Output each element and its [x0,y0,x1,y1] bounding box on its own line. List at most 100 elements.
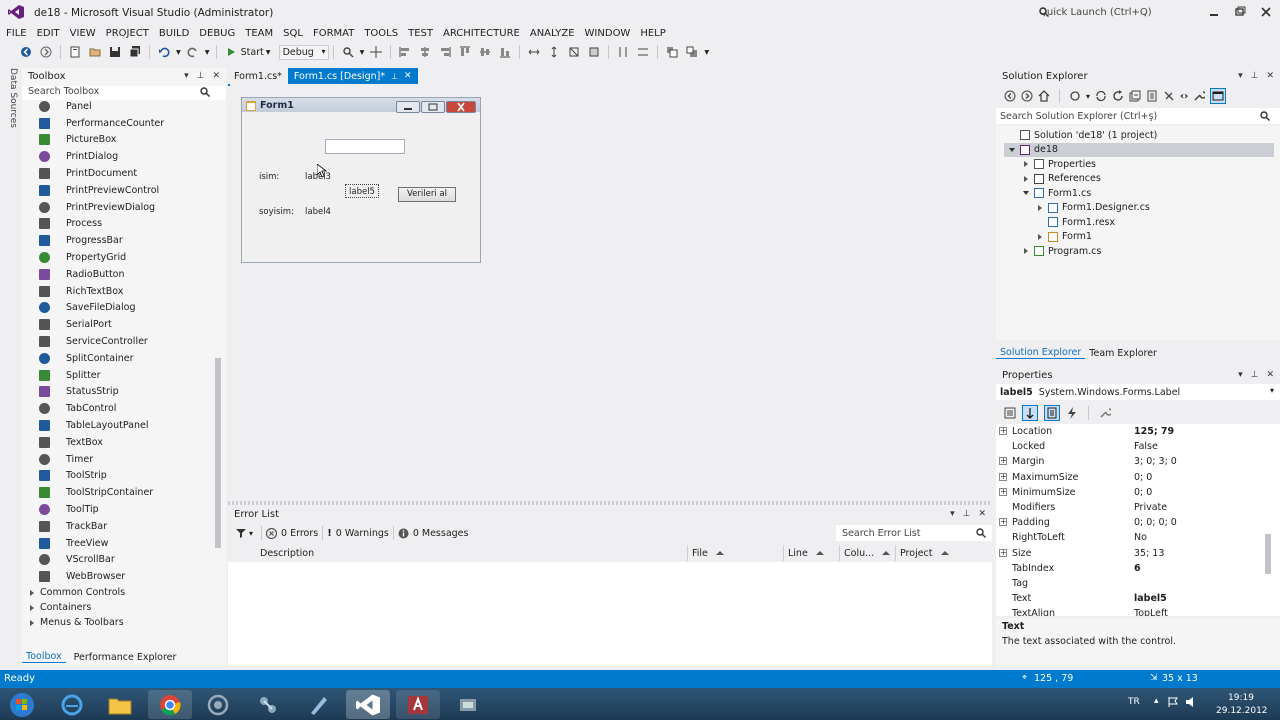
close-icon[interactable]: ✕ [978,509,986,519]
properties-object-selector[interactable]: label5 System.Windows.Forms.Label ▾ [996,384,1280,400]
toolbox-item[interactable]: ServiceController [22,333,216,350]
tree-node[interactable]: Form1.resx [1036,215,1115,230]
expand-plus-icon[interactable]: + [999,548,1007,557]
menu-project[interactable]: PROJECT [106,28,149,39]
collapsed-arrow-icon[interactable] [1036,204,1044,211]
toolbox-item[interactable]: SerialPort [22,316,216,333]
undo-dropdown-icon[interactable]: ▾ [174,47,183,58]
property-row[interactable]: Tag [996,576,1264,591]
property-value[interactable]: 0; 0 [1134,472,1152,483]
bring-to-front-icon[interactable] [665,45,679,59]
tree-node[interactable]: Program.cs [1022,244,1101,259]
property-value[interactable]: No [1134,532,1147,543]
panel-dropdown-icon[interactable]: ▾ [1238,370,1243,380]
align-tops-icon[interactable] [458,45,472,59]
tab-performance-explorer[interactable]: Performance Explorer [70,652,181,663]
toolbox-category[interactable]: Menus & Toolbars [22,615,216,630]
settings-app-icon[interactable] [446,690,490,719]
form1-client-area[interactable]: isim: label3 label5 Verileri al soyisim:… [245,120,477,260]
properties-scroll-thumb[interactable] [1265,534,1271,574]
menu-format[interactable]: FORMAT [313,28,354,39]
menu-tools[interactable]: TOOLS [364,28,398,39]
expand-plus-icon[interactable]: + [999,487,1007,496]
align-lefts-icon[interactable] [398,45,412,59]
property-row[interactable]: + MinimumSize 0; 0 [996,485,1264,500]
show-all-files-icon[interactable] [1146,90,1158,102]
properties-icon[interactable] [1163,90,1175,102]
clock-date[interactable]: 29.12.2012 [1216,706,1268,716]
internet-explorer-icon[interactable] [50,690,94,719]
pin-icon[interactable]: ⊥ [1251,370,1259,380]
pin-icon[interactable]: ⊥ [963,509,971,519]
start-button[interactable]: Start [241,47,264,58]
textbox1[interactable] [325,139,405,154]
property-row[interactable]: + Size 35; 13 [996,546,1264,561]
property-value[interactable]: TopLeft [1134,608,1168,616]
expand-plus-icon[interactable]: + [999,472,1007,481]
form1-window[interactable]: Form1 isim: label3 label5 Verileri al so… [241,97,481,263]
warnings-filter-button[interactable]: ! 0 Warnings [327,528,389,539]
make-same-width-icon[interactable] [527,45,541,59]
close-tab-icon[interactable]: ✕ [404,71,412,81]
quick-launch-input[interactable]: Quick Launch (Ctrl+Q) [1033,3,1198,23]
start-icon[interactable] [224,45,238,59]
menu-build[interactable]: BUILD [159,28,189,39]
property-row[interactable]: + Location 125; 79 [996,424,1264,439]
filter-icon[interactable] [236,528,246,538]
column-file[interactable]: File [688,545,784,561]
close-button[interactable] [1256,4,1276,20]
forward-icon[interactable] [39,45,53,59]
redo-dropdown-icon[interactable]: ▾ [203,47,212,58]
toolbox-item[interactable]: TabControl [22,400,216,417]
column-description[interactable]: Description [256,545,688,561]
events-lightning-icon[interactable] [1066,407,1078,419]
menu-window[interactable]: WINDOW [585,28,631,39]
view-designer-icon[interactable] [1210,88,1227,104]
tab-team-explorer[interactable]: Team Explorer [1085,348,1161,359]
tree-node[interactable]: Form1.Designer.cs [1036,201,1150,216]
collapse-all-icon[interactable] [1129,90,1141,102]
expand-plus-icon[interactable]: + [999,457,1007,466]
property-row[interactable]: Locked False [996,439,1264,454]
toolbox-item[interactable]: PrintDocument [22,165,216,182]
refresh-icon[interactable] [1112,90,1124,102]
new-project-icon[interactable] [68,45,82,59]
column-column[interactable]: Colu... [840,545,896,561]
expand-plus-icon[interactable]: + [999,518,1007,527]
collapsed-arrow-icon[interactable] [1022,248,1030,255]
property-value[interactable]: False [1134,441,1158,452]
toolbox-item[interactable]: SaveFileDialog [22,300,216,317]
toolbox-item[interactable]: TreeView [22,535,216,552]
properties-scrollbar[interactable] [1264,424,1272,616]
dropdown-icon[interactable]: ▾ [1086,92,1090,101]
access-app-icon[interactable] [396,690,440,719]
toolbox-item[interactable]: PictureBox [22,132,216,149]
align-middles-icon[interactable] [478,45,492,59]
collapsed-arrow-icon[interactable] [1022,175,1030,182]
toolbox-item[interactable]: ToolStrip [22,468,216,485]
home-icon[interactable] [1038,90,1050,102]
toolbox-item[interactable]: StatusStrip [22,384,216,401]
solution-config-dropdown[interactable]: Debug ▾ [278,44,329,60]
start-dropdown-icon[interactable]: ▾ [264,47,273,58]
toolbox-category[interactable]: Common Controls [22,585,216,600]
pin-icon[interactable]: ⊥ [197,71,205,81]
chrome-icon[interactable] [148,690,192,719]
toolbox-item[interactable]: SplitContainer [22,350,216,367]
property-row[interactable]: + MaximumSize 0; 0 [996,470,1264,485]
sync-icon[interactable] [1095,90,1107,102]
tree-node[interactable]: Solution 'de18' (1 project) [1008,128,1157,143]
toolbox-item[interactable]: PrintDialog [22,148,216,165]
tab-toolbox[interactable]: Toolbox [22,651,66,663]
toolbox-item[interactable]: ToolStripContainer [22,484,216,501]
tray-arrow-icon[interactable]: ▴ [1154,696,1159,706]
property-row[interactable]: TextAlign TopLeft [996,606,1264,616]
verileri-al-button[interactable]: Verileri al [398,187,456,202]
speaker-icon[interactable] [1186,697,1198,707]
align-to-grid-icon[interactable] [369,45,383,59]
visual-studio-taskbar-icon[interactable] [346,690,390,719]
solution-explorer-search-input[interactable]: Search Solution Explorer (Ctrl+ş) [996,108,1280,124]
vertical-spacing-icon[interactable] [636,45,650,59]
pen-app-icon[interactable] [296,690,340,719]
menu-analyze[interactable]: ANALYZE [530,28,575,39]
